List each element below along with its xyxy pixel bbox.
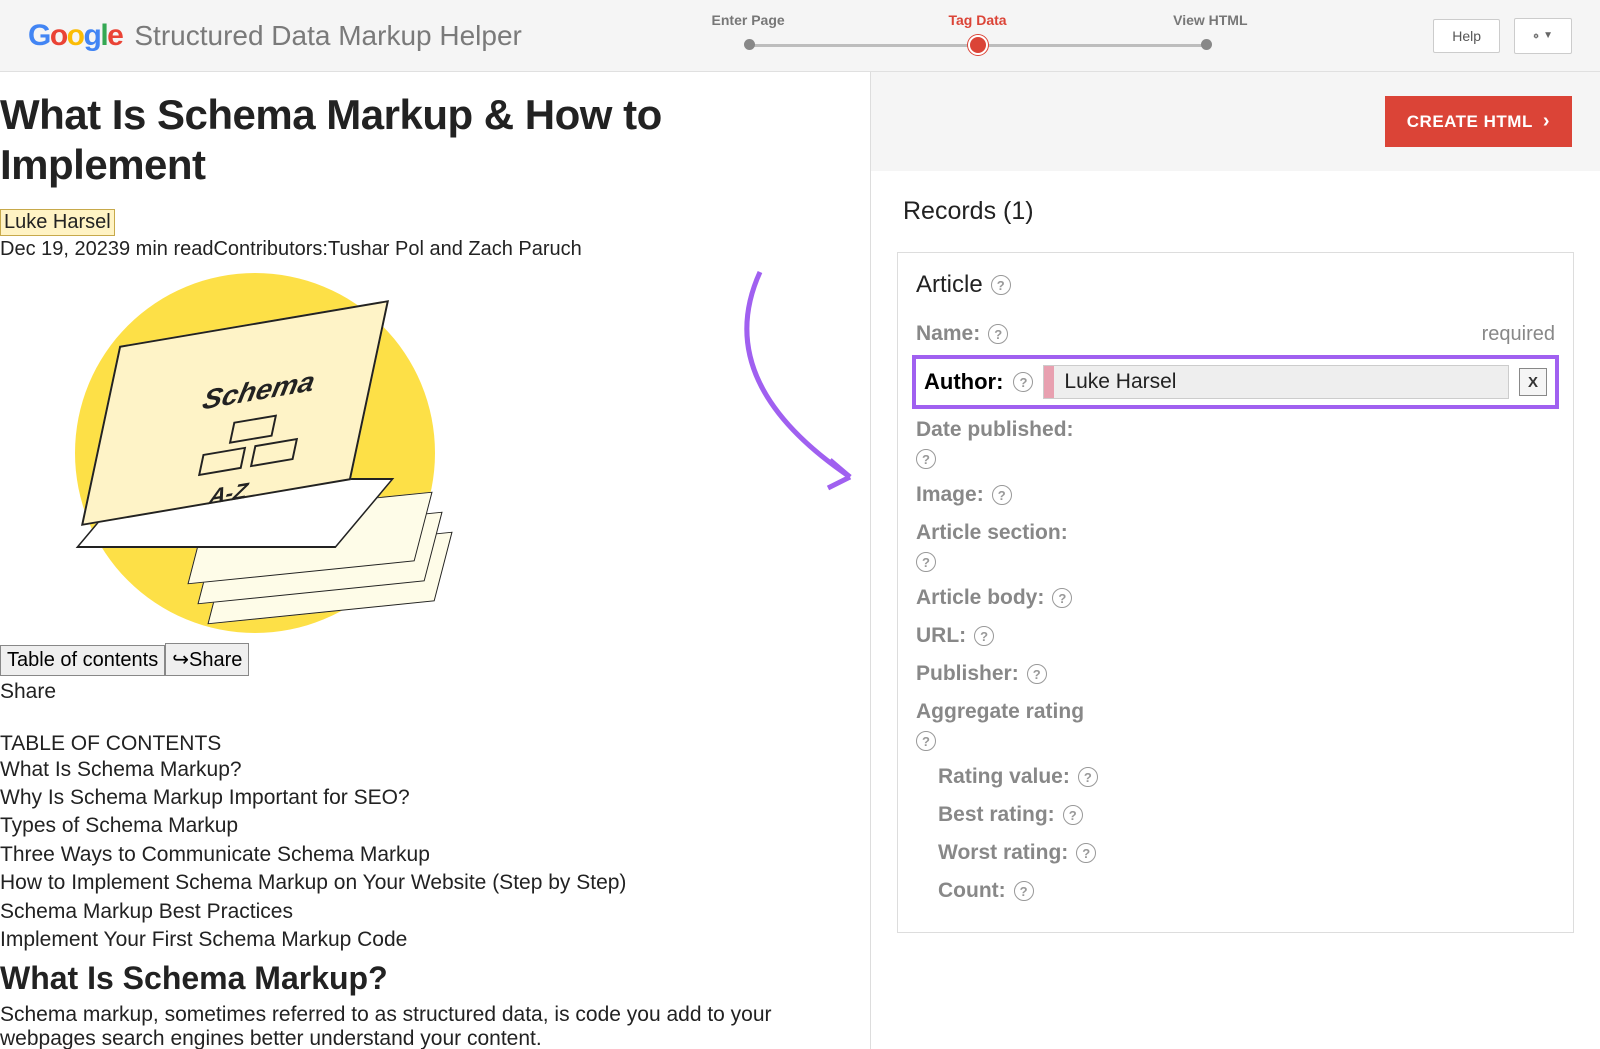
header-actions: Help ▼ bbox=[1433, 18, 1572, 54]
chevron-right-icon: › bbox=[1543, 110, 1550, 133]
logo-area: Google Structured Data Markup Helper bbox=[28, 19, 522, 53]
annotation-arrow-icon bbox=[700, 262, 870, 502]
field-name[interactable]: Name: ? required bbox=[916, 315, 1555, 353]
help-icon[interactable]: ? bbox=[1063, 805, 1083, 825]
record-card: Article ? Name: ? required Author: ? Luk… bbox=[897, 252, 1574, 933]
google-logo: Google bbox=[28, 19, 122, 53]
field-rating-value[interactable]: Rating value: ? bbox=[916, 758, 1555, 796]
author-highlighted[interactable]: Luke Harsel bbox=[0, 209, 115, 236]
toc-item[interactable]: Why Is Schema Markup Important for SEO? bbox=[0, 784, 870, 812]
help-icon[interactable]: ? bbox=[1013, 372, 1033, 392]
toc-item[interactable]: Types of Schema Markup bbox=[0, 812, 870, 840]
record-type-label: Article ? bbox=[916, 271, 1555, 299]
toc-item[interactable]: Three Ways to Communicate Schema Markup bbox=[0, 841, 870, 869]
help-icon[interactable]: ? bbox=[1027, 664, 1047, 684]
field-image[interactable]: Image: ? bbox=[916, 476, 1555, 514]
step-enter-page[interactable]: Enter Page bbox=[712, 12, 785, 28]
share-button[interactable]: ↪Share bbox=[165, 643, 249, 676]
step-dot-2[interactable] bbox=[968, 35, 988, 55]
body-paragraph[interactable]: Schema markup, sometimes referred to as … bbox=[0, 1003, 870, 1049]
toc-item[interactable]: Implement Your First Schema Markup Code bbox=[0, 926, 870, 954]
toc-item[interactable]: Schema Markup Best Practices bbox=[0, 898, 870, 926]
field-author-highlighted: Author: ? Luke Harsel X bbox=[912, 355, 1559, 409]
settings-button[interactable]: ▼ bbox=[1514, 18, 1572, 54]
progress-stepper: Enter Page Tag Data View HTML bbox=[522, 0, 1433, 72]
field-publisher[interactable]: Publisher: ? bbox=[916, 655, 1555, 693]
remove-author-button[interactable]: X bbox=[1519, 368, 1547, 396]
content-preview-pane: What Is Schema Markup & How to Implement… bbox=[0, 72, 870, 1049]
field-aggregate-rating[interactable]: Aggregate rating bbox=[916, 693, 1555, 731]
help-icon[interactable]: ? bbox=[916, 449, 936, 469]
author-value-chip[interactable]: Luke Harsel bbox=[1043, 365, 1509, 399]
help-icon[interactable]: ? bbox=[1078, 767, 1098, 787]
field-article-section[interactable]: Article section: bbox=[916, 514, 1555, 552]
section-heading[interactable]: What Is Schema Markup? bbox=[0, 960, 870, 997]
field-count[interactable]: Count: ? bbox=[916, 872, 1555, 910]
table-of-contents-button[interactable]: Table of contents bbox=[0, 645, 165, 676]
step-dot-3[interactable] bbox=[1201, 39, 1212, 50]
app-header: Google Structured Data Markup Helper Ent… bbox=[0, 0, 1600, 72]
gear-icon bbox=[1533, 27, 1539, 45]
help-button[interactable]: Help bbox=[1433, 19, 1500, 53]
article-hero-illustration: Schema A-Z bbox=[55, 273, 465, 633]
records-heading: Records (1) bbox=[903, 197, 1574, 226]
dropdown-caret-icon: ▼ bbox=[1543, 30, 1553, 41]
help-icon[interactable]: ? bbox=[991, 275, 1011, 295]
article-title[interactable]: What Is Schema Markup & How to Implement bbox=[0, 90, 870, 191]
field-worst-rating[interactable]: Worst rating: ? bbox=[916, 834, 1555, 872]
required-tag: required bbox=[1482, 323, 1555, 346]
data-panel: CREATE HTML › Records (1) Article ? Name… bbox=[870, 72, 1600, 1049]
step-view-html[interactable]: View HTML bbox=[1173, 12, 1247, 28]
help-icon[interactable]: ? bbox=[1014, 881, 1034, 901]
toc-item[interactable]: What Is Schema Markup? bbox=[0, 756, 870, 784]
author-value-text: Luke Harsel bbox=[1054, 370, 1186, 394]
field-article-section-help[interactable]: ? bbox=[916, 552, 1555, 579]
field-url[interactable]: URL: ? bbox=[916, 617, 1555, 655]
field-date-published-help[interactable]: ? bbox=[916, 449, 1555, 476]
share-icon: ↪ bbox=[172, 649, 189, 671]
help-icon[interactable]: ? bbox=[1076, 843, 1096, 863]
field-date-published[interactable]: Date published: bbox=[916, 411, 1555, 449]
field-article-body[interactable]: Article body: ? bbox=[916, 579, 1555, 617]
help-icon[interactable]: ? bbox=[916, 552, 936, 572]
share-text[interactable]: Share bbox=[0, 680, 870, 704]
field-best-rating[interactable]: Best rating: ? bbox=[916, 796, 1555, 834]
toc-list: What Is Schema Markup? Why Is Schema Mar… bbox=[0, 756, 870, 954]
help-icon[interactable]: ? bbox=[988, 324, 1008, 344]
help-icon[interactable]: ? bbox=[916, 731, 936, 751]
field-aggregate-rating-help[interactable]: ? bbox=[916, 731, 1555, 758]
step-tag-data[interactable]: Tag Data bbox=[948, 12, 1006, 28]
main-split: What Is Schema Markup & How to Implement… bbox=[0, 72, 1600, 1049]
app-title: Structured Data Markup Helper bbox=[134, 20, 522, 52]
toc-heading: TABLE OF CONTENTS bbox=[0, 732, 870, 756]
help-icon[interactable]: ? bbox=[992, 485, 1012, 505]
article-meta[interactable]: Dec 19, 20239 min readContributors:Tusha… bbox=[0, 238, 870, 261]
help-icon[interactable]: ? bbox=[974, 626, 994, 646]
toc-item[interactable]: How to Implement Schema Markup on Your W… bbox=[0, 869, 870, 897]
help-icon[interactable]: ? bbox=[1052, 588, 1072, 608]
step-dot-1[interactable] bbox=[744, 39, 755, 50]
create-html-button[interactable]: CREATE HTML › bbox=[1385, 96, 1572, 147]
